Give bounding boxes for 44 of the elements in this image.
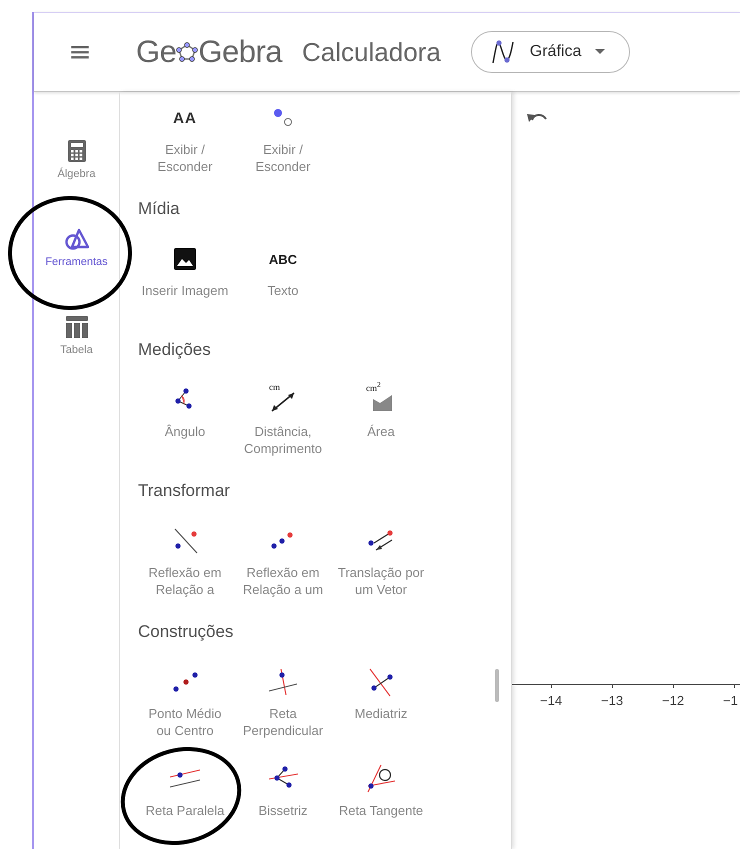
graph-curve-icon <box>490 39 516 65</box>
tool-button[interactable]: Reta Paralela <box>136 739 234 836</box>
tool-button[interactable]: Reflexão em Relação a um <box>234 501 332 598</box>
section-title: Mídia <box>137 199 180 219</box>
tool-button[interactable]: Mediatriz <box>332 642 430 739</box>
tool-button[interactable]: Exibir / Esconder <box>234 78 332 175</box>
tool-button[interactable]: Reflexão em Relação a <box>136 501 234 598</box>
tool-button[interactable]: ABC Texto <box>234 219 332 316</box>
menu-button[interactable]: ≡ <box>66 38 94 66</box>
circle-triangle-icon <box>64 228 88 250</box>
tool-button[interactable]: Inserir Imagem <box>136 219 234 316</box>
tool-button[interactable]: cm Distância, Comprimento <box>234 360 332 457</box>
tangent-line-icon <box>365 764 397 794</box>
caret-icon <box>595 49 606 55</box>
tool-button[interactable]: Ponto Médio ou Centro <box>136 642 234 739</box>
tool-button[interactable]: AA Exibir / Esconder <box>136 78 234 175</box>
axis-tick-label: −13 <box>601 693 624 709</box>
image-icon <box>173 247 197 271</box>
axis-tick-label: −12 <box>662 693 684 709</box>
tool-button[interactable]: Bissetriz <box>234 739 332 836</box>
section-title: Construções <box>137 622 234 642</box>
app-title: Calculadora <box>302 36 441 68</box>
axis-tick-label: −1 <box>723 693 738 709</box>
nav-tab[interactable]: Ferramentas <box>36 224 116 272</box>
section-title: Medições <box>137 340 211 360</box>
tool-button[interactable]: Reta Perpendicular <box>234 642 332 739</box>
calculator-icon <box>68 140 86 162</box>
logo-text: Gebra <box>198 34 282 70</box>
pentagon-logo-icon <box>176 42 198 62</box>
nav-tab[interactable]: Tabela <box>36 312 116 360</box>
tool-button[interactable]: Translação por um Vetor <box>332 501 430 598</box>
font-style-icon: AA <box>173 102 197 134</box>
logo-text: Ge <box>136 34 176 70</box>
nav-tab[interactable]: Álgebra <box>36 136 116 184</box>
tool-button[interactable]: cm$^{2}$ Área <box>332 360 430 457</box>
perpendicular-line-icon <box>267 667 299 697</box>
section-title: Transformar <box>137 481 230 501</box>
table-icon <box>66 316 88 338</box>
view-select[interactable]: Gráfica <box>470 31 630 73</box>
tool-button[interactable]: Ângulo <box>136 360 234 457</box>
text-icon: ABC <box>268 243 298 275</box>
scrollbar[interactable] <box>495 669 499 702</box>
axis-tick-label: −14 <box>540 693 562 709</box>
tool-button[interactable]: Reta Tangente <box>332 739 430 836</box>
